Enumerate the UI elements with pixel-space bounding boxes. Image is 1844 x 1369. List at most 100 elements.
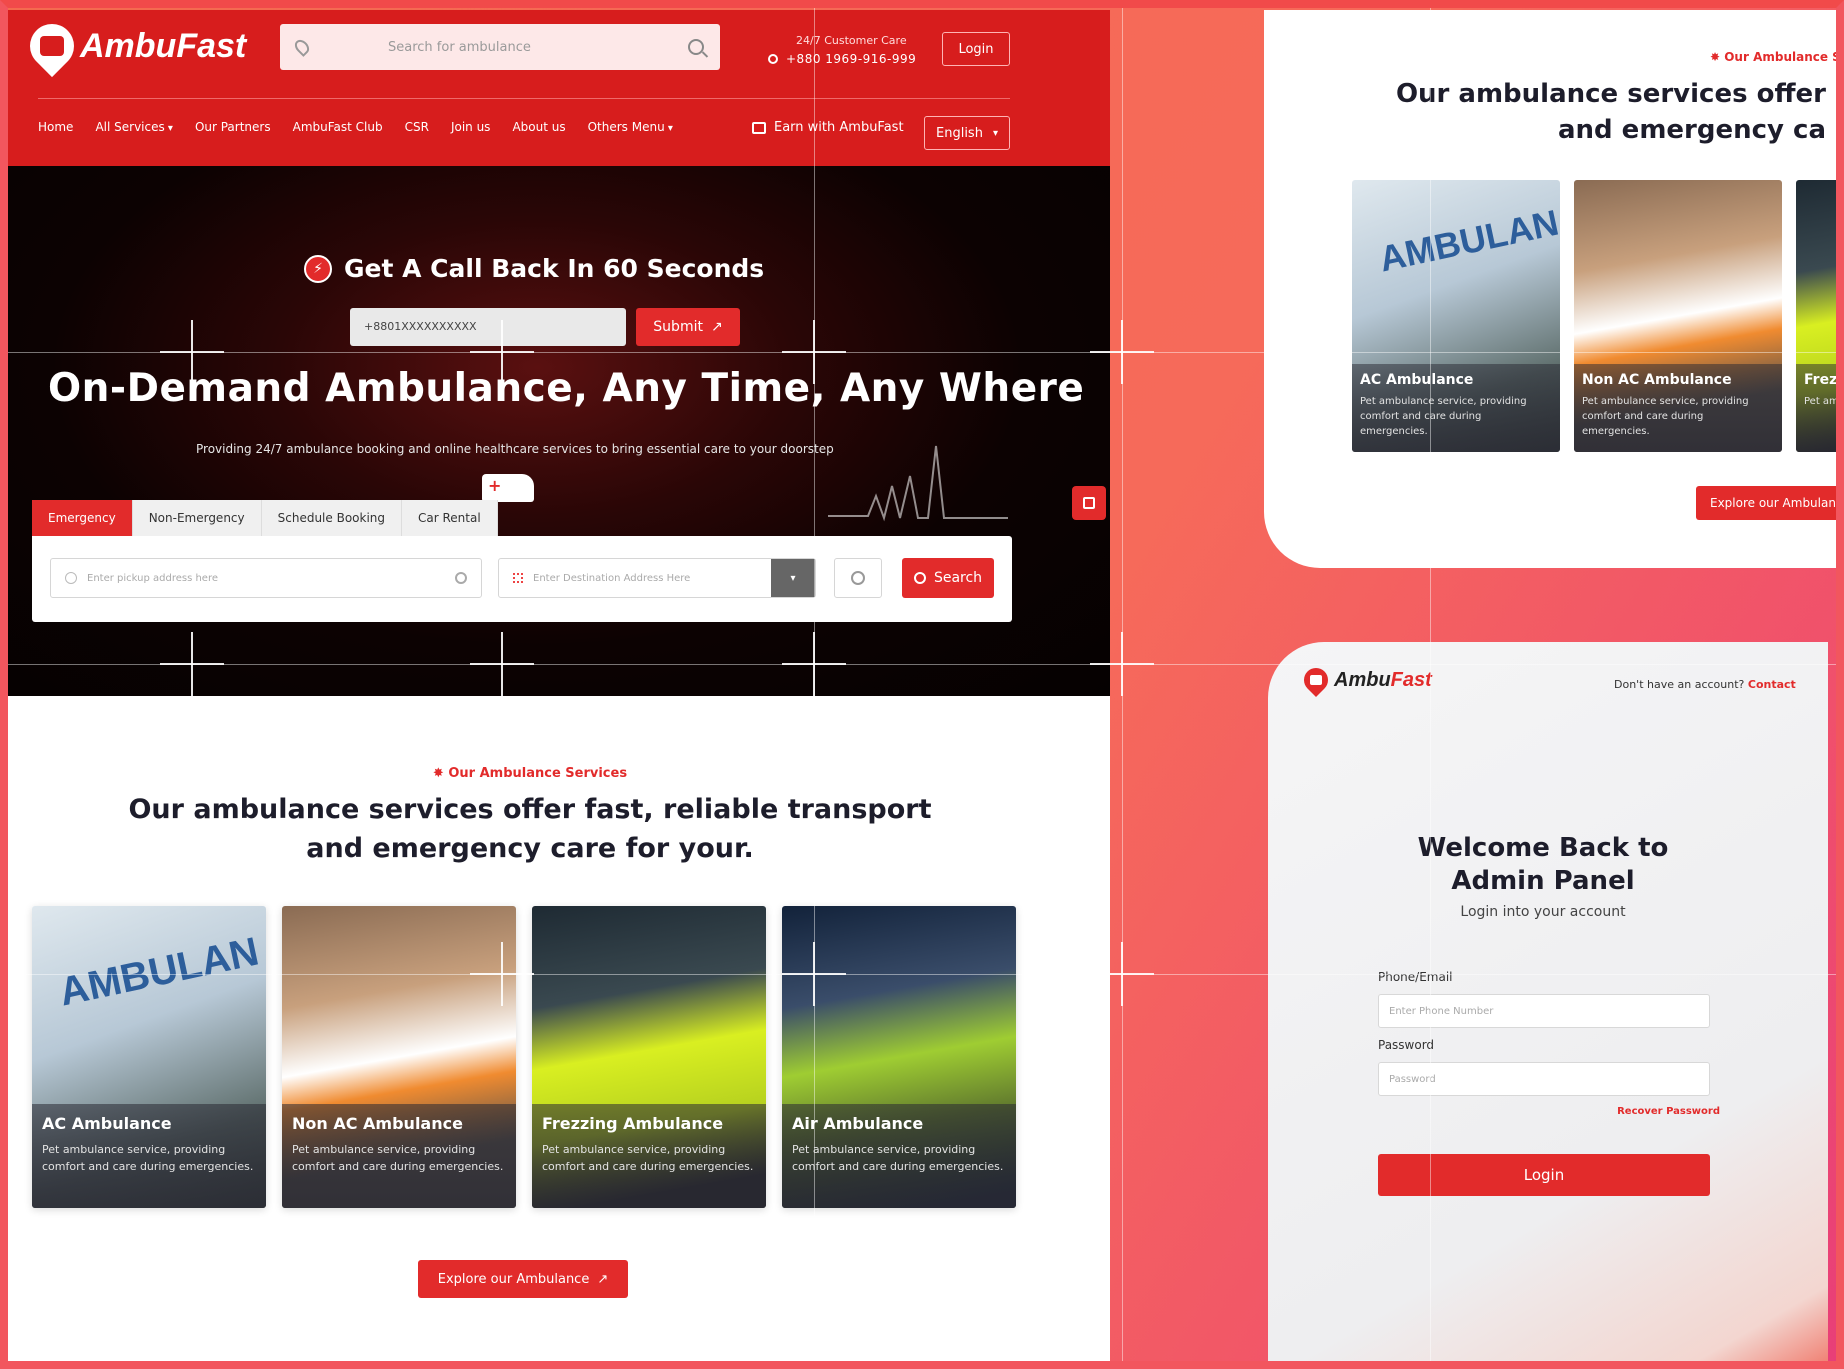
reset-button[interactable] (834, 558, 882, 598)
service-card-non-ac[interactable]: Non AC Ambulance Pet ambulance service, … (1574, 180, 1782, 452)
card-caption: AC Ambulance Pet ambulance service, prov… (1352, 364, 1560, 452)
language-value: English (936, 125, 983, 141)
card-desc: Pet ambulance service, providing comfort… (1582, 396, 1749, 437)
card-title: Frez (1804, 372, 1838, 388)
search-placeholder: Search for ambulance (388, 39, 531, 55)
customer-care-phone[interactable]: +880 1969-916-999 (768, 50, 916, 69)
card-caption: AC Ambulance Pet ambulance service, prov… (32, 1104, 266, 1208)
services-heading: Our ambulance services offer fast, relia… (8, 790, 1052, 868)
password-input[interactable]: Password (1378, 1062, 1710, 1096)
brand-logo[interactable]: Ambu Fast (1299, 663, 1432, 697)
refresh-icon (851, 571, 865, 585)
card-title: AC Ambulance (42, 1114, 172, 1133)
tab-non-emergency[interactable]: Non-Emergency (132, 500, 262, 536)
bag-icon (1083, 497, 1095, 509)
card-image-text: AMBULAN (55, 929, 263, 1015)
phone-email-input[interactable]: Enter Phone Number (1378, 994, 1710, 1028)
customer-care: 24/7 Customer Care +880 1969-916-999 (768, 32, 916, 69)
gps-target-icon[interactable] (455, 572, 467, 584)
nav-our-partners[interactable]: Our Partners (195, 120, 271, 134)
nav-ambufast-club[interactable]: AmbuFast Club (293, 120, 383, 134)
services-preview-panel: Our Ambulance Se Our ambulance services … (1264, 10, 1844, 568)
phone-number: +880 1969-916-999 (786, 51, 917, 66)
cart-button[interactable] (1072, 486, 1106, 520)
brand-name-part2: Fast (1390, 668, 1432, 691)
nav-others-menu[interactable]: Others Menu (588, 120, 673, 134)
booking-tabs: Emergency Non-Emergency Schedule Booking… (32, 500, 498, 536)
arrow-up-right-icon: ↗ (710, 319, 723, 335)
nav-csr[interactable]: CSR (405, 120, 429, 134)
service-card-freezing[interactable]: Frez Pet am comf emerg (1796, 180, 1844, 452)
card-title: Non AC Ambulance (292, 1114, 463, 1133)
callback-submit-button[interactable]: Submit ↗ (636, 308, 740, 346)
hero-section: ⚡ Get A Call Back In 60 Seconds +8801XXX… (8, 166, 1110, 696)
chevron-down-icon[interactable]: ▾ (771, 559, 815, 597)
search-label: Search (933, 570, 983, 586)
admin-login-panel: Ambu Fast Don't have an account? Contact… (1268, 642, 1828, 1369)
tab-emergency[interactable]: Emergency (32, 500, 133, 536)
hero-title: On-Demand Ambulance, Any Time, Any Where (48, 366, 1085, 411)
language-select[interactable]: English ▾ (924, 116, 1010, 150)
card-title: AC Ambulance (1360, 372, 1474, 388)
services-heading: Our ambulance services offer and emergen… (1396, 76, 1826, 149)
card-image-text: AMBULAN (1375, 201, 1560, 280)
contact-link[interactable]: Contact (1748, 678, 1796, 691)
nav-home[interactable]: Home (38, 120, 73, 134)
ambulance-search-input[interactable]: Search for ambulance (280, 24, 720, 70)
brand-name: AmbuFast (80, 26, 247, 65)
service-card-air[interactable]: Air Ambulance Pet ambulance service, pro… (782, 906, 1016, 1208)
tab-car-rental[interactable]: Car Rental (402, 500, 498, 536)
callback-phone-input[interactable]: +8801XXXXXXXXXX (350, 308, 626, 346)
search-button[interactable]: Search (902, 558, 994, 598)
guide-line (1122, 0, 1123, 1369)
landing-page: AmbuFast Search for ambulance 24/7 Custo… (8, 10, 1110, 1369)
service-card-non-ac[interactable]: Non AC Ambulance Pet ambulance service, … (282, 906, 516, 1208)
ambulance-logo-icon (20, 14, 84, 78)
service-cards: AMBULAN AC Ambulance Pet ambulance servi… (32, 906, 1016, 1208)
login-button[interactable]: Login (1378, 1154, 1710, 1196)
login-title-line2: Admin Panel (1451, 865, 1635, 896)
service-card-ac[interactable]: AMBULAN AC Ambulance Pet ambulance servi… (1352, 180, 1560, 452)
card-caption: Air Ambulance Pet ambulance service, pro… (782, 1104, 1016, 1208)
heartbeat-line-icon (828, 445, 1008, 522)
services-heading-line2: and emergency care for your. (306, 833, 754, 865)
services-tag: Our Ambulance Services (8, 766, 1052, 781)
guide-line (1430, 0, 1431, 1369)
nav-all-services[interactable]: All Services (95, 120, 173, 134)
pickup-placeholder: Enter pickup address here (87, 572, 218, 584)
card-desc: Pet ambulance service, providing comfort… (1360, 396, 1527, 437)
submit-label: Submit (653, 319, 703, 335)
header-divider (38, 98, 1010, 99)
card-desc: Pet ambulance service, providing comfort… (42, 1143, 254, 1174)
guide-line (0, 974, 1844, 975)
search-icon[interactable] (688, 39, 704, 55)
brand-logo[interactable]: AmbuFast (20, 14, 247, 78)
guide-line (0, 352, 1844, 353)
destination-address-input[interactable]: Enter Destination Address Here ▾ (498, 558, 816, 598)
service-card-freezing[interactable]: Frezzing Ambulance Pet ambulance service… (532, 906, 766, 1208)
tab-schedule-booking[interactable]: Schedule Booking (261, 500, 403, 536)
recover-password-link[interactable]: Recover Password (1617, 1106, 1720, 1117)
pickup-address-input[interactable]: Enter pickup address here (50, 558, 482, 598)
services-tag: Our Ambulance Se (1710, 50, 1844, 64)
card-caption: Non AC Ambulance Pet ambulance service, … (282, 1104, 516, 1208)
explore-ambulance-button[interactable]: Explore our Ambulance ↗ (418, 1260, 628, 1298)
service-card-ac[interactable]: AMBULAN AC Ambulance Pet ambulance servi… (32, 906, 266, 1208)
header-login-button[interactable]: Login (942, 32, 1010, 66)
booking-form: Enter pickup address here Enter Destinat… (32, 536, 1012, 622)
location-dot-icon (65, 572, 77, 584)
login-title: Welcome Back to Admin Panel (1268, 832, 1818, 897)
card-caption: Non AC Ambulance Pet ambulance service, … (1574, 364, 1782, 452)
nav-join-us[interactable]: Join us (451, 120, 491, 134)
nav-about-us[interactable]: About us (512, 120, 565, 134)
arrow-up-right-icon: ↗ (597, 1271, 609, 1287)
card-desc: Pet ambulance service, providing comfort… (292, 1143, 504, 1174)
ambulance-logo-icon (1299, 663, 1333, 697)
callback-title: ⚡ Get A Call Back In 60 Seconds (304, 254, 764, 283)
hero-subtitle: Providing 24/7 ambulance booking and onl… (196, 442, 834, 456)
services-heading-line1: Our ambulance services offer fast, relia… (128, 794, 932, 825)
phone-email-label: Phone/Email (1378, 970, 1453, 984)
explore-ambulance-button[interactable]: Explore our Ambulanc (1696, 486, 1844, 520)
card-desc: Pet ambulance service, providing comfort… (792, 1143, 1004, 1174)
earn-link[interactable]: Earn with AmbuFast (752, 120, 904, 135)
